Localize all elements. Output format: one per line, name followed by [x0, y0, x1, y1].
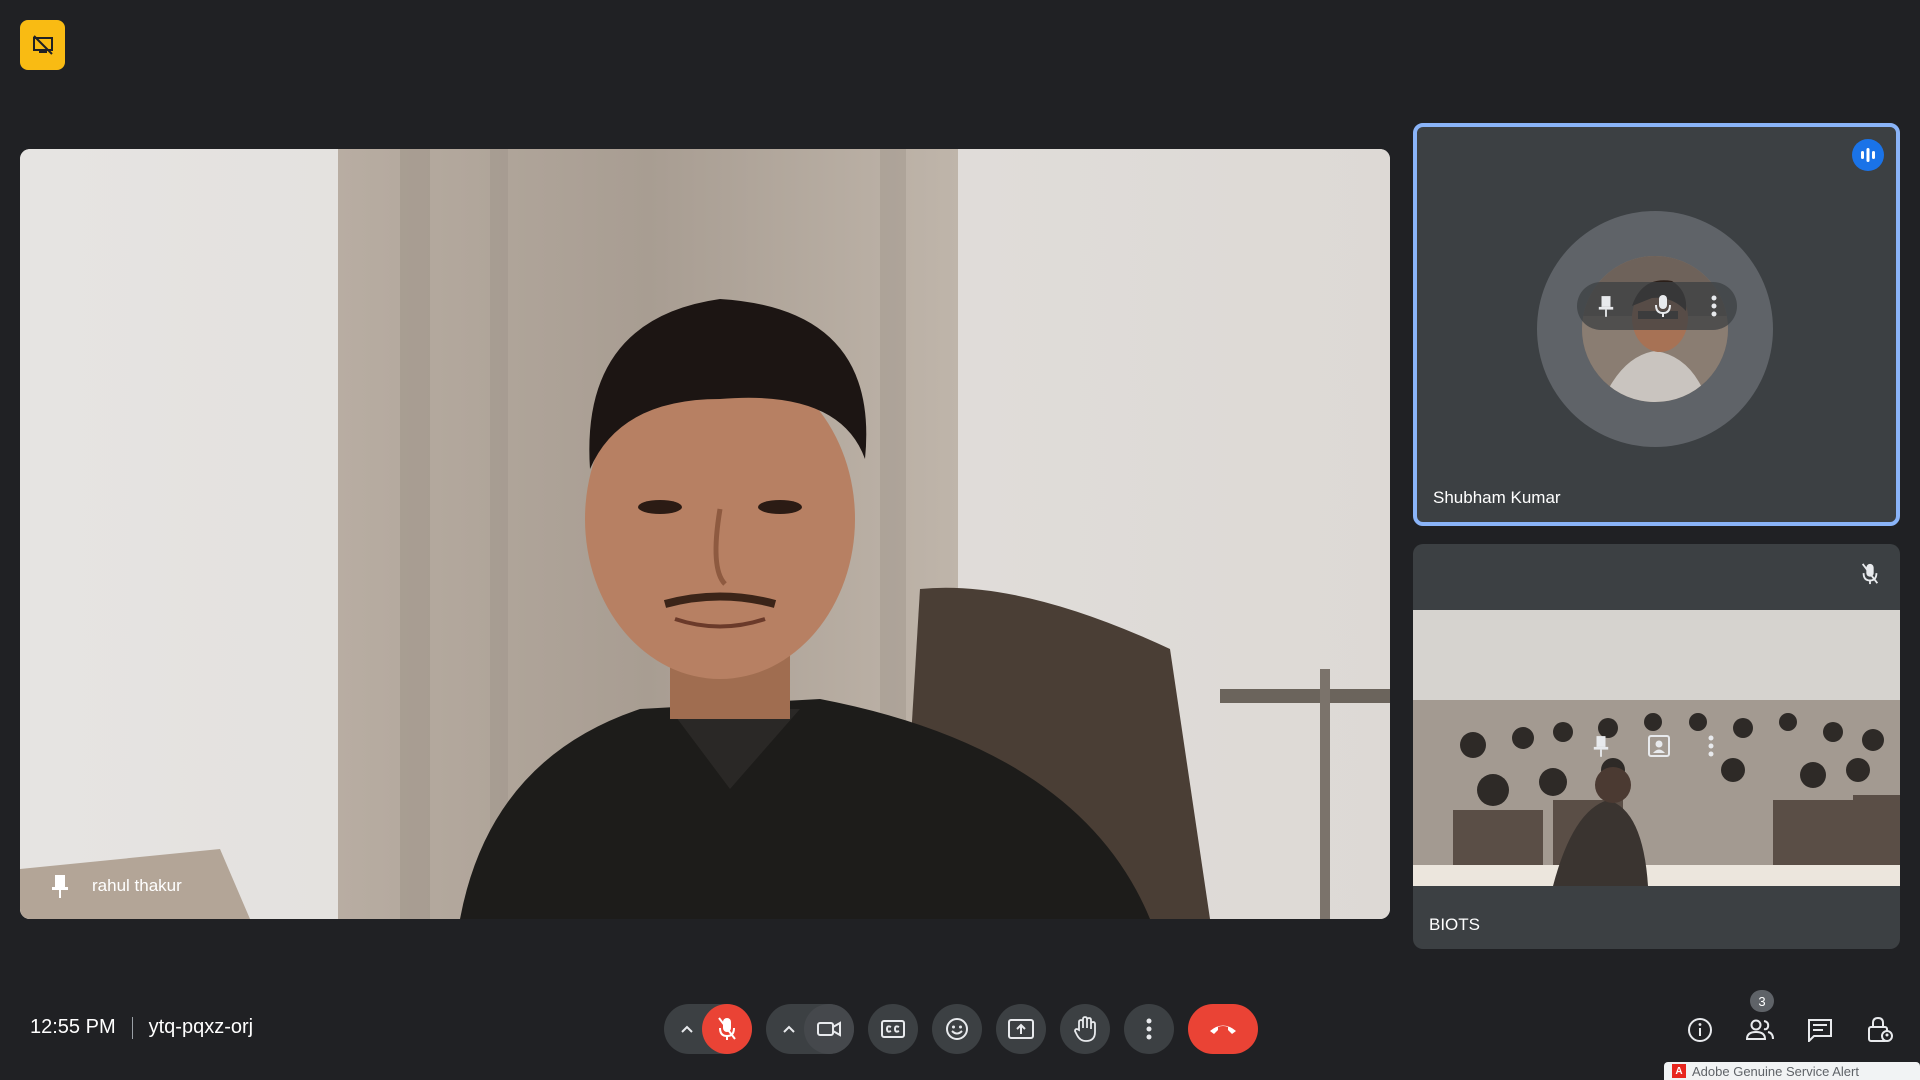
participant-tile-speaking[interactable]: Shubham Kumar: [1413, 123, 1900, 526]
main-tile-name-row: rahul thakur: [50, 873, 182, 899]
video-options-button[interactable]: [780, 1025, 798, 1033]
adobe-icon: A: [1672, 1064, 1686, 1078]
raise-hand-button[interactable]: [1060, 1004, 1110, 1054]
more-options-icon[interactable]: [1711, 295, 1717, 317]
no-presentation-badge[interactable]: [20, 20, 65, 70]
present-screen-button[interactable]: [996, 1004, 1046, 1054]
chat-button[interactable]: [1800, 1010, 1840, 1050]
notification-text: Adobe Genuine Service Alert: [1692, 1063, 1859, 1079]
hand-icon: [1074, 1016, 1096, 1042]
mic-off-icon: [718, 1017, 736, 1040]
participant-tile-muted[interactable]: BIOTS: [1413, 544, 1900, 949]
video-control-group: [766, 1004, 854, 1054]
audio-control-group: [664, 1004, 752, 1054]
no-screen-icon: [32, 35, 53, 55]
participant-name: BIOTS: [1429, 915, 1481, 934]
call-controls: [664, 1004, 1258, 1054]
more-vert-icon: [1146, 1018, 1152, 1040]
meeting-code: ytq-pqxz-orj: [148, 1016, 254, 1038]
present-to-all-icon: [1008, 1019, 1034, 1039]
videocam-icon: [817, 1021, 841, 1037]
lock-person-icon: [1868, 1016, 1893, 1042]
chat-icon: [1808, 1019, 1832, 1042]
divider: [131, 1016, 133, 1039]
host-controls-button[interactable]: [1860, 1010, 1900, 1050]
meeting-details-button[interactable]: [1680, 1010, 1720, 1050]
closed-captions-icon: [881, 1020, 905, 1038]
tile-hover-controls: [1573, 722, 1733, 770]
participant-name: Shubham Kumar: [1433, 488, 1561, 507]
people-button[interactable]: 3: [1740, 990, 1780, 1050]
meeting-info: 12:55 PM ytq-pqxz-orj: [30, 1016, 253, 1039]
notification-toast[interactable]: A Adobe Genuine Service Alert: [1664, 1062, 1920, 1080]
frame-person-icon[interactable]: [1648, 735, 1670, 757]
captions-button[interactable]: [868, 1004, 918, 1054]
mic-off-icon: [1858, 562, 1882, 586]
info-icon: [1688, 1018, 1712, 1042]
microphone-icon[interactable]: [1654, 294, 1672, 318]
more-options-button[interactable]: [1124, 1004, 1174, 1054]
people-icon: [1745, 1019, 1774, 1040]
camera-toggle-button[interactable]: [804, 1004, 854, 1054]
pin-icon[interactable]: [1597, 294, 1615, 318]
pin-icon[interactable]: [1592, 734, 1610, 758]
microphone-toggle-button[interactable]: [702, 1004, 752, 1054]
speaking-indicator-icon: [1852, 139, 1884, 171]
side-panel-controls: 3: [1680, 990, 1900, 1050]
call-end-icon: [1210, 1025, 1236, 1034]
chevron-up-icon: [681, 1025, 693, 1033]
pin-icon[interactable]: [50, 873, 70, 899]
emoji-icon: [946, 1018, 968, 1040]
more-options-icon[interactable]: [1708, 735, 1714, 757]
main-video-tile[interactable]: rahul thakur: [20, 149, 1390, 919]
leave-call-button[interactable]: [1188, 1004, 1258, 1054]
chevron-up-icon: [783, 1025, 795, 1033]
reactions-button[interactable]: [932, 1004, 982, 1054]
tile-hover-controls: [1577, 282, 1737, 330]
audio-options-button[interactable]: [678, 1025, 696, 1033]
people-count-badge: 3: [1750, 990, 1774, 1012]
clock-time: 12:55 PM: [30, 1016, 116, 1038]
main-video-feed: [20, 149, 1390, 919]
main-participant-name: rahul thakur: [92, 876, 182, 895]
